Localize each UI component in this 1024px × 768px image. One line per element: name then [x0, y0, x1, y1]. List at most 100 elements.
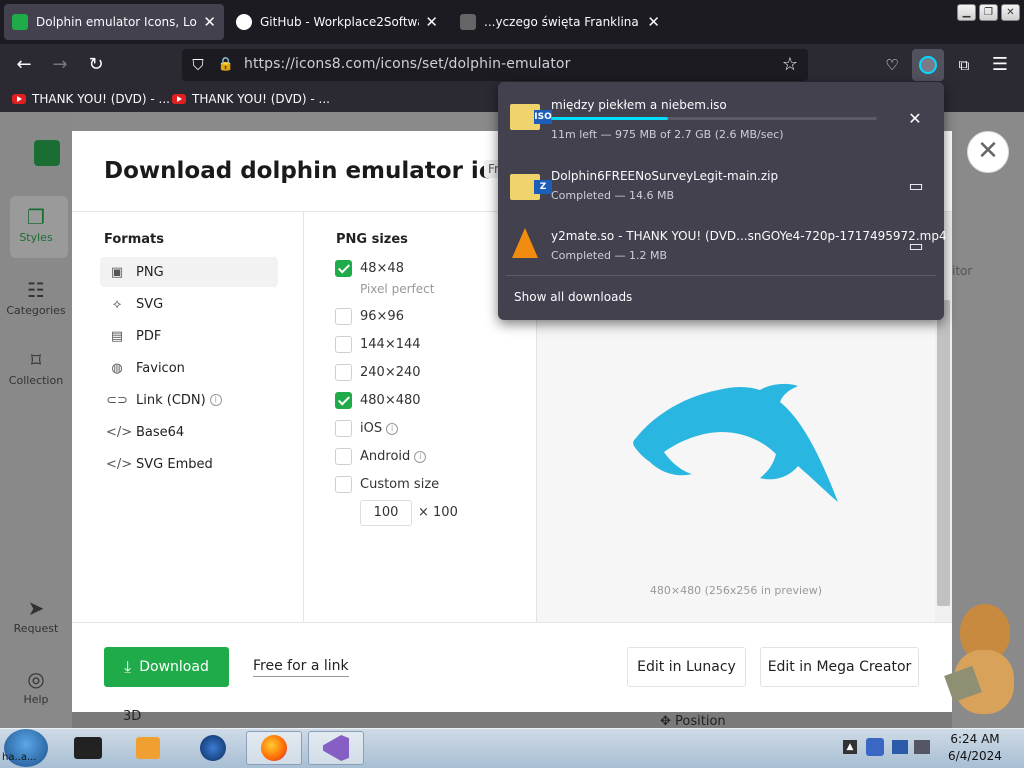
size-480[interactable]: 480×480	[335, 392, 421, 409]
sidenav-collection[interactable]: ⌑ Collection	[0, 348, 72, 387]
tab-third[interactable]: ...yczego święta Franklina ✕	[452, 4, 668, 40]
taskbar-app-firefox[interactable]	[246, 731, 302, 765]
custom-width-input[interactable]: 100	[360, 500, 412, 526]
size-96[interactable]: 96×96	[335, 308, 404, 325]
page-behind-strip	[72, 712, 952, 728]
download-item[interactable]: y2mate.so - THANK YOU! (DVD...snGOYe4-72…	[498, 220, 947, 278]
taskbar-clock[interactable]: 6:24 AM 6/4/2024	[940, 731, 1010, 765]
minimize-button[interactable]: ▁	[957, 4, 976, 21]
tray-show-hidden-icon[interactable]: ▲	[843, 740, 857, 754]
download-button[interactable]: ⤓ Download	[104, 647, 229, 687]
folder-icon[interactable]: ▭	[906, 236, 926, 255]
size-48[interactable]: 48×48	[335, 260, 404, 277]
info-icon[interactable]: i	[209, 394, 222, 406]
styles-icon: ❐	[27, 205, 45, 229]
close-window-button[interactable]: ✕	[1001, 4, 1020, 21]
download-item[interactable]: Z Dolphin6FREENoSurveyLegit-main.zip Com…	[498, 160, 944, 218]
behind-partial-text: itor	[952, 264, 973, 278]
formats-heading: Formats	[104, 232, 164, 247]
format-favicon[interactable]: ◍ Favicon	[100, 353, 278, 383]
size-android[interactable]: Android i	[335, 448, 427, 465]
tray-display-icon[interactable]	[914, 740, 930, 754]
download-progress-bar	[551, 117, 877, 120]
pdf-icon: ▤	[110, 328, 124, 344]
taskbar-app-globe[interactable]	[184, 731, 240, 765]
globe-icon: ◍	[111, 360, 123, 376]
bookmark-item[interactable]: THANK YOU! (DVD) - ...	[172, 92, 330, 106]
hamster-gadget	[944, 600, 1018, 724]
link-icon: ⊂⊃	[106, 392, 128, 408]
scrollbar-thumb[interactable]	[937, 300, 950, 606]
download-icon: ⤓	[124, 657, 132, 676]
extensions-icon[interactable]: ⧉	[952, 53, 976, 77]
checkbox[interactable]	[335, 336, 352, 353]
info-icon[interactable]: i	[386, 422, 399, 435]
taskbar-app-media[interactable]	[120, 731, 176, 765]
format-base64[interactable]: </> Base64	[100, 417, 278, 447]
sidenav-categories[interactable]: ☷ Categories	[0, 278, 72, 317]
pixel-perfect-note: Pixel perfect	[360, 282, 435, 296]
edit-in-lunacy-button[interactable]: Edit in Lunacy	[627, 647, 746, 687]
dolphin-icon-preview	[633, 383, 838, 502]
taskbar-app-terminal[interactable]	[60, 731, 116, 765]
bookmark-item[interactable]: THANK YOU! (DVD) - ...	[12, 92, 170, 106]
page-icon	[460, 14, 476, 30]
sidenav-help[interactable]: ◎ Help	[0, 667, 72, 706]
forward-arrow-icon[interactable]: →	[48, 53, 72, 77]
cancel-download-icon[interactable]: ✕	[905, 109, 925, 128]
youtube-icon	[12, 94, 26, 104]
folder-icon[interactable]: ▭	[906, 176, 926, 195]
category-3d: 3D	[123, 709, 142, 724]
maximize-button[interactable]: ❐	[979, 4, 998, 21]
checkbox[interactable]	[335, 308, 352, 325]
tray-network-icon[interactable]	[892, 740, 908, 754]
sidenav-styles[interactable]: ❐ Styles	[0, 205, 72, 244]
size-ios[interactable]: iOS i	[335, 420, 399, 437]
image-icon: ▣	[110, 264, 124, 280]
close-tab-icon[interactable]: ✕	[203, 13, 216, 31]
icons8-logo[interactable]	[34, 140, 60, 166]
back-arrow-icon[interactable]: ←	[12, 53, 36, 77]
edit-in-mega-creator-button[interactable]: Edit in Mega Creator	[760, 647, 919, 687]
menu-icon[interactable]: ☰	[988, 53, 1012, 77]
taskbar-text: ha..a...	[2, 752, 37, 763]
info-icon[interactable]: i	[414, 450, 427, 463]
checkbox[interactable]	[335, 364, 352, 381]
format-link-cdn[interactable]: ⊂⊃ Link (CDN) i	[100, 385, 278, 415]
tab-icons8[interactable]: Dolphin emulator Icons, Logos ✕	[4, 4, 224, 40]
checkbox[interactable]	[335, 476, 352, 493]
format-png[interactable]: ▣ PNG	[100, 257, 278, 287]
divider	[303, 211, 304, 622]
checkbox[interactable]	[335, 448, 352, 465]
icons8-favicon-icon	[12, 14, 28, 30]
format-svg-embed[interactable]: </> SVG Embed	[100, 449, 278, 479]
free-for-link[interactable]: Free for a link	[253, 658, 349, 677]
close-tab-icon[interactable]: ✕	[425, 13, 438, 31]
sidenav-request[interactable]: ➤ Request	[0, 596, 72, 635]
url-text[interactable]: https://icons8.com/icons/set/dolphin-emu…	[244, 56, 570, 72]
reload-icon[interactable]: ↻	[84, 53, 108, 77]
checkbox[interactable]	[335, 420, 352, 437]
divider	[506, 275, 936, 276]
size-240[interactable]: 240×240	[335, 364, 421, 381]
size-custom[interactable]: Custom size	[335, 476, 439, 493]
tray-security-icon[interactable]	[866, 738, 884, 756]
star-icon[interactable]: ☆	[778, 53, 802, 77]
show-all-downloads[interactable]: Show all downloads	[514, 290, 632, 304]
format-svg[interactable]: ⟡ SVG	[100, 289, 278, 319]
checkbox[interactable]	[335, 260, 352, 277]
bookmark-icon: ⌑	[30, 348, 42, 372]
shield-icon[interactable]: ⛉	[186, 53, 210, 77]
tab-github[interactable]: GitHub - Workplace2Software/ ✕	[228, 4, 446, 40]
close-modal-button[interactable]: ✕	[967, 131, 1009, 173]
code-icon: </>	[106, 456, 133, 472]
taskbar-app-visual-studio[interactable]	[308, 731, 364, 765]
pocket-icon[interactable]: ♡	[880, 53, 904, 77]
lock-icon[interactable]: 🔒	[214, 53, 238, 77]
format-pdf[interactable]: ▤ PDF	[100, 321, 278, 351]
github-icon	[236, 14, 252, 30]
checkbox[interactable]	[335, 392, 352, 409]
size-144[interactable]: 144×144	[335, 336, 421, 353]
close-tab-icon[interactable]: ✕	[647, 13, 660, 31]
download-progress-fill	[551, 117, 669, 120]
